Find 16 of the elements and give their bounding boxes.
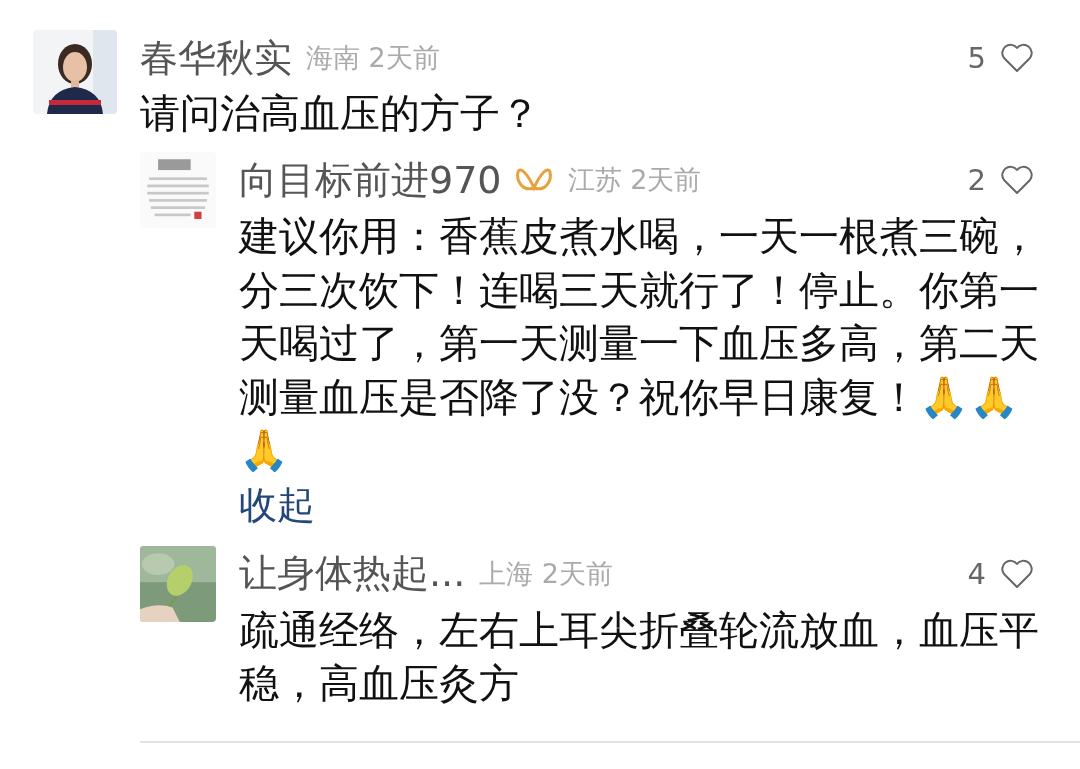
collapse-link[interactable]: 收起 — [239, 477, 315, 532]
heart-icon[interactable] — [1000, 43, 1034, 73]
location-time: 上海 2天前 — [479, 556, 614, 591]
reply-text: 疏通经络，左右上耳尖折叠轮流放血，血压平稳，高血压灸方 — [239, 605, 1040, 708]
heart-icon[interactable] — [1000, 558, 1034, 589]
comment-text: 请问治高血压的方子？ — [140, 89, 541, 138]
user-name[interactable]: 让身体热起... — [239, 548, 466, 599]
like-count: 4 — [967, 556, 986, 591]
user-name[interactable]: 向目标前进970 — [239, 154, 502, 206]
heart-icon[interactable] — [1000, 165, 1034, 195]
location-time: 江苏 2天前 — [567, 163, 702, 197]
location-time: 海南 2天前 — [306, 41, 440, 75]
reply-text: 建议你用：香蕉皮煮水喝，一天一根煮三碗，分三次饮下！连喝三天就行了！停止。你第一天喝过了，第一天测量一下血压多高，第二天测量血压是否降了没？祝你早日康复！🙏🙏🙏 — [239, 212, 1040, 475]
user-name[interactable]: 春华秋实 — [140, 32, 292, 84]
like-count: 2 — [967, 163, 986, 197]
like-count: 5 — [967, 41, 986, 75]
